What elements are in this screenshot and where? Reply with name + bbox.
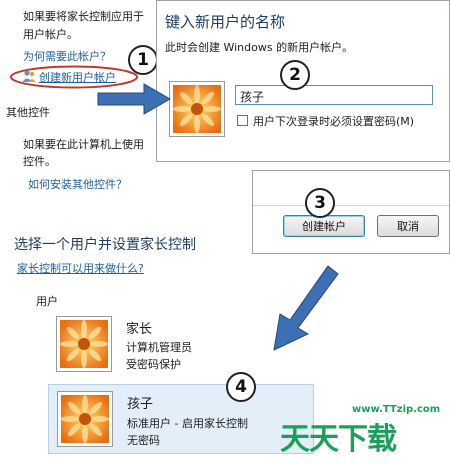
watermark-logo-text: 天天下载 (280, 422, 397, 457)
user-row-parent[interactable]: 家长 计算机管理员 受密码保护 (52, 312, 282, 374)
user-row-child[interactable]: 孩子 标准用户 - 启用家长控制 无密码 (48, 384, 314, 454)
step-badge-3: 3 (305, 188, 335, 218)
step-badge-1: 1 (128, 45, 158, 75)
parent-user-status: 受密码保护 (126, 358, 181, 371)
must-set-password-label: 用户下次登录时必须设置密码(M) (253, 115, 415, 128)
parent-user-name: 家长 (126, 322, 153, 337)
dialog-subtitle: 此时会创建 Windows 的新用户帐户。 (165, 41, 354, 54)
flower-picture (61, 395, 109, 443)
other-text-line2: 控件。 (23, 155, 56, 168)
new-user-avatar (169, 81, 225, 137)
users-icon (22, 69, 36, 83)
intro-text-line2: 用户帐户。 (23, 28, 78, 41)
flower-picture (60, 320, 108, 368)
users-label: 用户 (36, 295, 58, 308)
flower-picture (173, 85, 221, 133)
other-text-line1: 如果要在此计算机上使用 (23, 138, 144, 151)
watermark-logo: 天天下载 (280, 418, 397, 462)
intro-text-line1: 如果要将家长控制应用于 (23, 10, 144, 23)
parent-avatar (56, 316, 112, 372)
user-name-input[interactable]: 孩子 (235, 85, 433, 105)
step-badge-2: 2 (280, 60, 310, 90)
arrow-to-avatar-icon (97, 83, 172, 115)
cancel-button[interactable]: 取消 (377, 215, 439, 237)
other-controls-heading: 其他控件 (6, 106, 50, 119)
child-user-role: 标准用户 - 启用家长控制 (127, 417, 248, 430)
select-user-heading: 选择一个用户并设置家长控制 (14, 237, 196, 253)
confirm-buttons-dialog: 创建帐户 取消 (252, 170, 450, 254)
watermark-url: www.TTzip.com (352, 404, 441, 415)
step-badge-4: 4 (226, 372, 256, 402)
child-user-name: 孩子 (127, 397, 154, 412)
child-avatar (57, 391, 113, 447)
dialog-divider (253, 205, 449, 206)
install-controls-link[interactable]: 如何安装其他控件？ (28, 176, 127, 192)
create-account-button[interactable]: 创建帐户 (283, 215, 365, 237)
must-set-password-checkbox[interactable] (237, 115, 248, 126)
parent-user-role: 计算机管理员 (126, 341, 192, 354)
child-user-status: 无密码 (127, 434, 160, 447)
dialog-title: 键入新用户的名称 (165, 13, 286, 31)
why-account-link[interactable]: 为何需要此帐户？ (23, 48, 111, 64)
parental-controls-help-link[interactable]: 家长控制可以用来做什么? (17, 260, 144, 276)
